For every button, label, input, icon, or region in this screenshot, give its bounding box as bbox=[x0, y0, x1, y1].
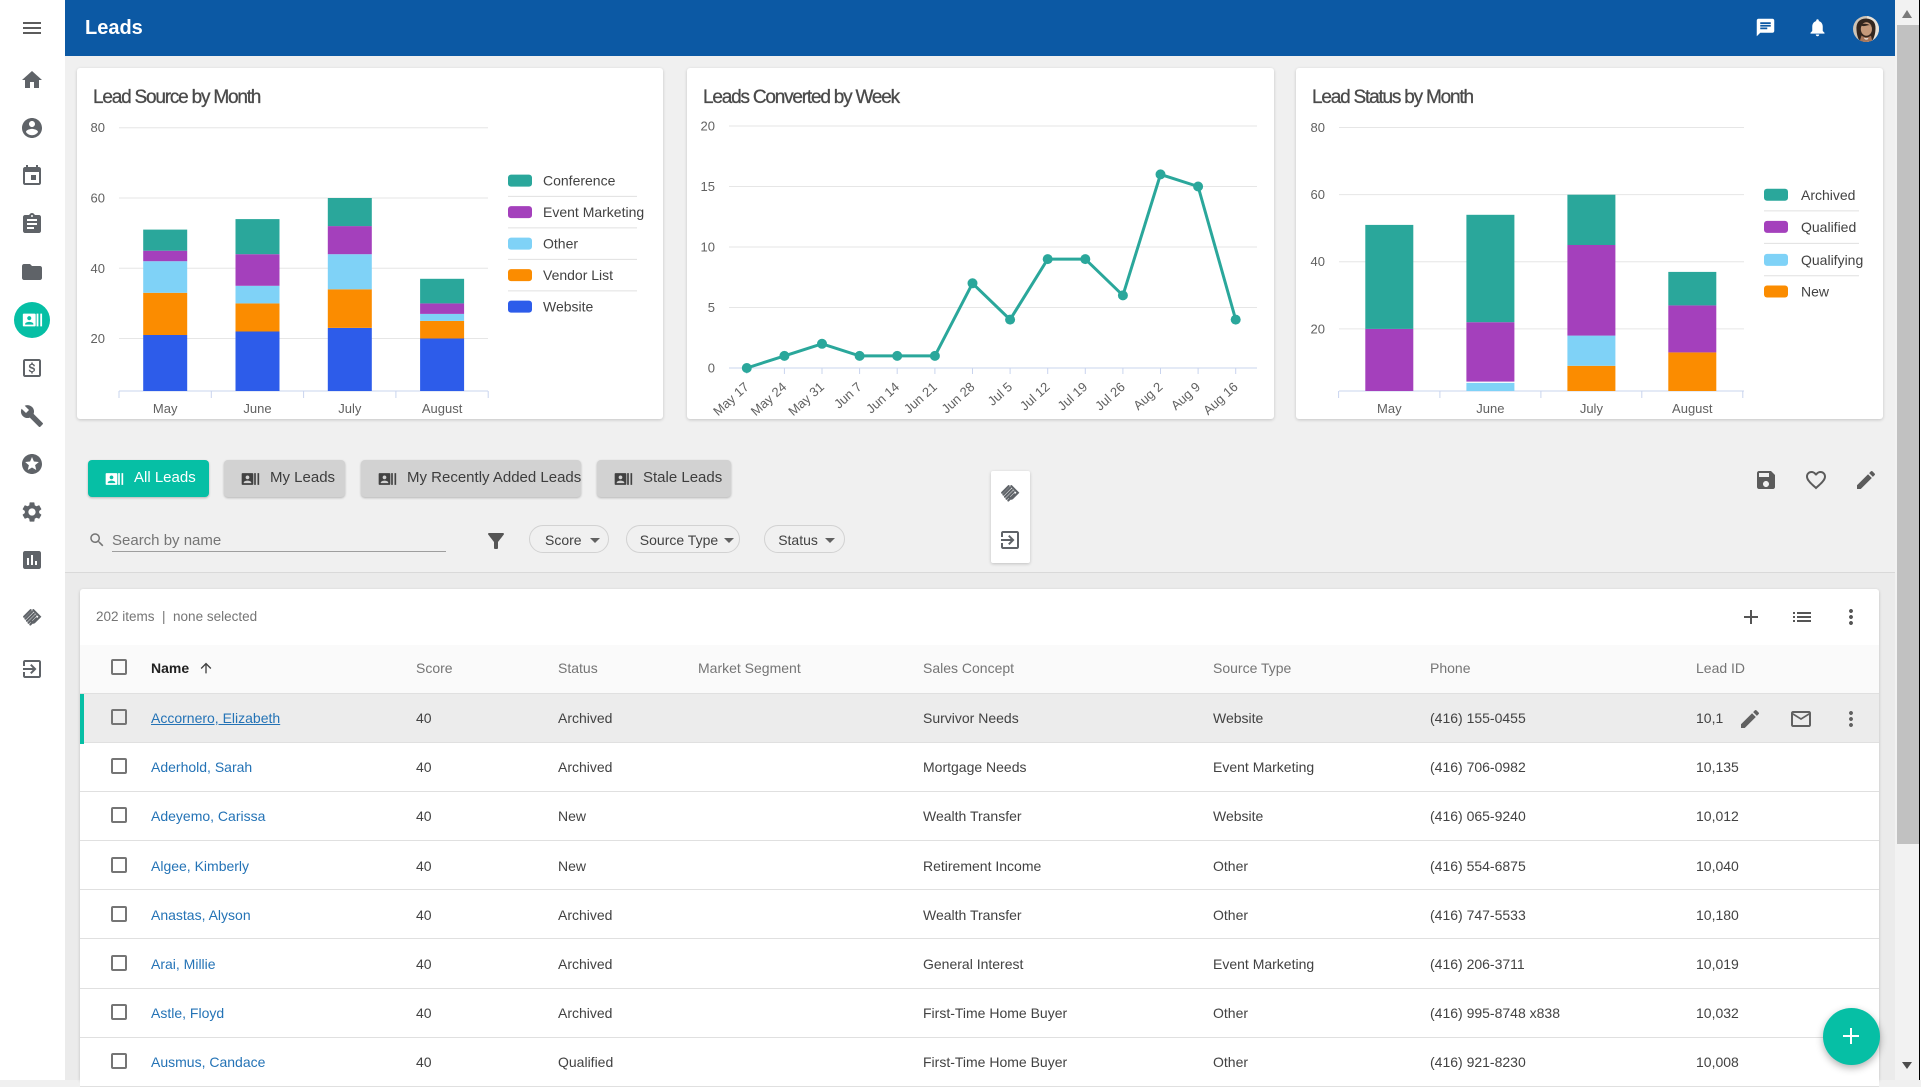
svg-text:40: 40 bbox=[91, 261, 105, 276]
svg-text:Vendor List: Vendor List bbox=[543, 267, 613, 283]
svg-text:Conference: Conference bbox=[543, 173, 616, 189]
svg-text:60: 60 bbox=[91, 191, 105, 206]
svg-text:June: June bbox=[1476, 401, 1504, 416]
svg-text:80: 80 bbox=[1311, 120, 1325, 135]
svg-text:May: May bbox=[1377, 401, 1402, 416]
svg-text:20: 20 bbox=[701, 119, 715, 134]
svg-text:80: 80 bbox=[91, 120, 105, 135]
svg-text:Qualifying: Qualifying bbox=[1801, 252, 1863, 268]
svg-text:Jul 26: Jul 26 bbox=[1092, 379, 1128, 413]
svg-text:Jun 28: Jun 28 bbox=[938, 379, 977, 416]
svg-text:May 17: May 17 bbox=[710, 379, 752, 419]
svg-text:June: June bbox=[243, 401, 271, 416]
svg-text:Qualified: Qualified bbox=[1801, 219, 1856, 235]
svg-text:20: 20 bbox=[1311, 321, 1325, 336]
svg-text:Jul 5: Jul 5 bbox=[985, 379, 1015, 409]
svg-text:New: New bbox=[1801, 284, 1830, 300]
svg-text:Lead Source by Month: Lead Source by Month bbox=[93, 87, 261, 108]
svg-text:Aug 16: Aug 16 bbox=[1200, 379, 1241, 418]
svg-text:0: 0 bbox=[708, 361, 715, 376]
svg-text:40: 40 bbox=[1311, 254, 1325, 269]
svg-text:Lead Status by Month: Lead Status by Month bbox=[1312, 87, 1473, 108]
svg-text:Jun 14: Jun 14 bbox=[863, 379, 902, 416]
svg-text:Jul 19: Jul 19 bbox=[1054, 379, 1090, 413]
svg-text:Event Marketing: Event Marketing bbox=[543, 204, 644, 220]
svg-text:Other: Other bbox=[543, 236, 578, 252]
svg-text:August: August bbox=[1672, 401, 1713, 416]
svg-text:Archived: Archived bbox=[1801, 187, 1855, 203]
svg-text:May 24: May 24 bbox=[748, 379, 790, 419]
svg-text:Jun 7: Jun 7 bbox=[831, 379, 865, 411]
svg-text:August: August bbox=[422, 401, 463, 416]
svg-text:Jul 12: Jul 12 bbox=[1017, 379, 1053, 413]
svg-text:15: 15 bbox=[701, 179, 715, 194]
svg-text:Website: Website bbox=[543, 299, 594, 315]
svg-text:July: July bbox=[1580, 401, 1604, 416]
svg-text:July: July bbox=[338, 401, 362, 416]
svg-text:20: 20 bbox=[91, 331, 105, 346]
svg-text:60: 60 bbox=[1311, 187, 1325, 202]
svg-text:May 31: May 31 bbox=[785, 379, 827, 419]
svg-text:May: May bbox=[153, 401, 178, 416]
svg-text:5: 5 bbox=[708, 300, 715, 315]
svg-text:Aug 9: Aug 9 bbox=[1168, 379, 1203, 413]
svg-text:Aug 2: Aug 2 bbox=[1130, 379, 1165, 413]
svg-text:Leads Converted by Week: Leads Converted by Week bbox=[703, 87, 901, 108]
svg-text:Jun 21: Jun 21 bbox=[901, 379, 940, 416]
svg-text:10: 10 bbox=[701, 240, 715, 255]
